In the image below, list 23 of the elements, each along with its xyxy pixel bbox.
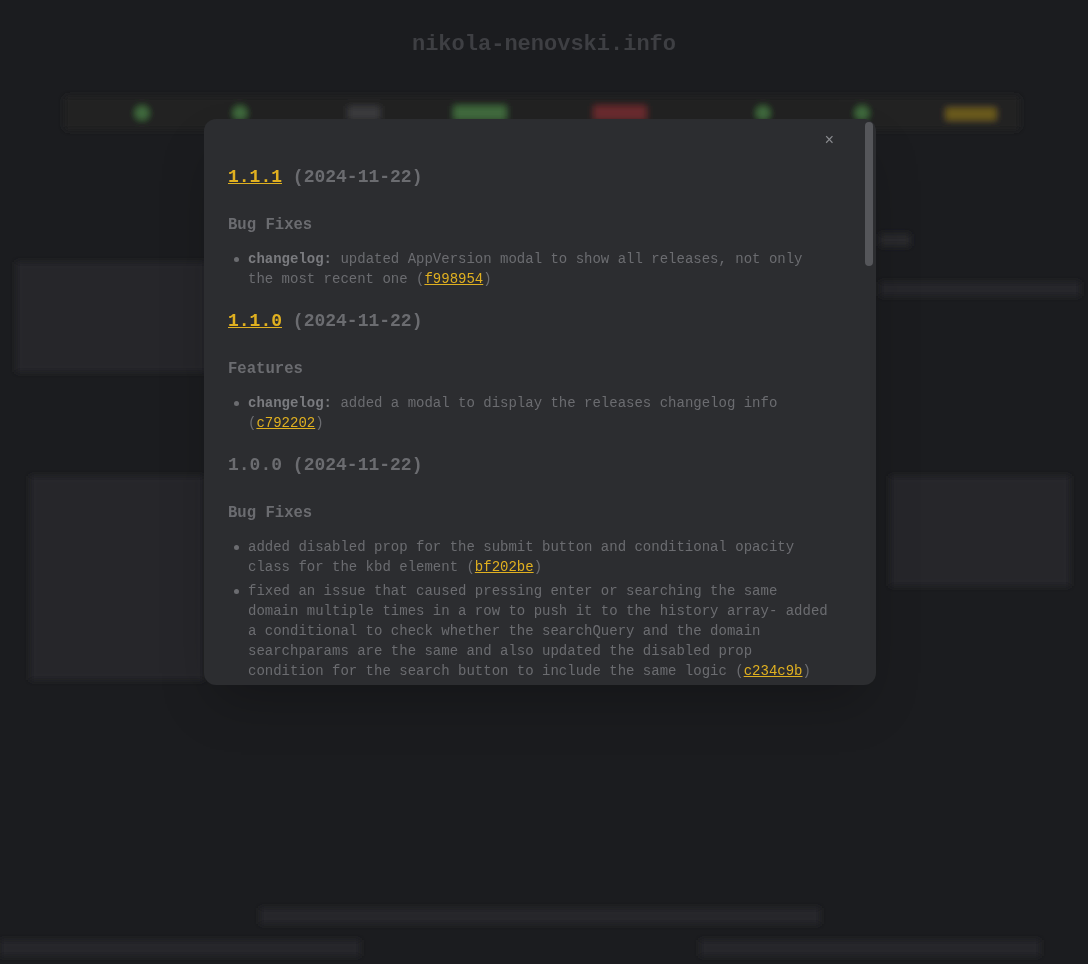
release-date: (2024-11-22)	[292, 455, 423, 475]
commit-link[interactable]: c234c9b	[743, 663, 803, 679]
changelog-entry: added disabled prop for the submit button and conditional opacity class for the kbd element (bf202be)	[248, 538, 796, 577]
bullet-icon	[234, 589, 239, 594]
scrollbar-thumb[interactable]	[865, 122, 873, 266]
commit-link[interactable]: f998954	[424, 271, 484, 287]
release-date: (2024-11-22)	[292, 311, 423, 331]
section-heading: Bug Fixes	[228, 503, 314, 523]
release-date: (2024-11-22)	[292, 167, 423, 187]
bullet-icon	[234, 401, 239, 406]
close-button[interactable]: ×	[824, 133, 834, 149]
version-text: 1.0.0	[228, 455, 282, 475]
changelog-entry: changelog: updated AppVersion modal to show all releases, not only the most recent one (f998954)	[248, 250, 804, 289]
commit-link[interactable]: bf202be	[474, 559, 534, 575]
version-link[interactable]: 1.1.0	[228, 311, 282, 331]
section-heading: Bug Fixes	[228, 215, 314, 235]
changelog-entry: fixed an issue that caused pressing enter or searching the same domain multiple times in a row to push it to the history array- added a conditional to check whether the searchQuery and the domain searchparams are the same and also updated the disabled prop condition for the search button to include the same logic (c234c9b)	[248, 582, 829, 681]
changelog-entry: changelog: added a modal to display the releases changelog info (c792202)	[248, 394, 779, 433]
section-heading: Features	[228, 359, 304, 379]
bullet-icon	[234, 545, 239, 550]
commit-link[interactable]: c792202	[256, 415, 316, 431]
bullet-icon	[234, 257, 239, 262]
version-link[interactable]: 1.1.1	[228, 167, 282, 187]
